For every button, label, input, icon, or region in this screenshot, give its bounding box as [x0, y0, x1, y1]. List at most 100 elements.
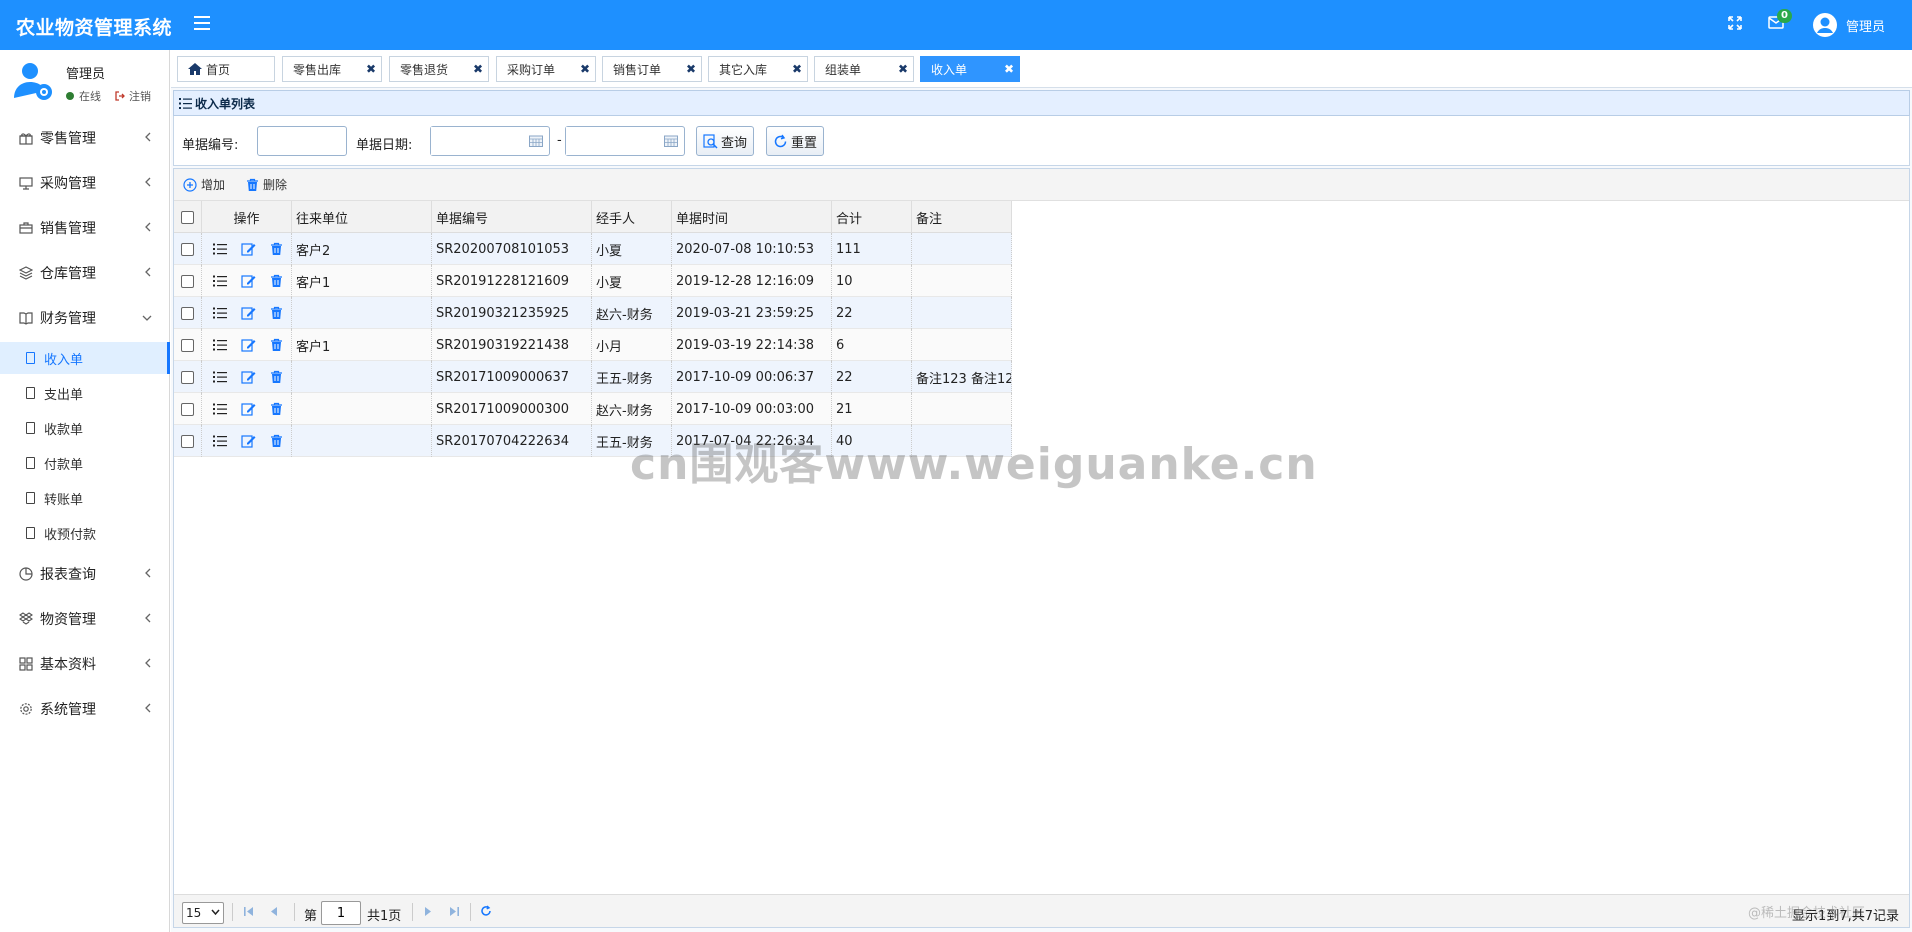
- detail-list-icon[interactable]: [206, 371, 234, 383]
- calendar-icon[interactable]: [529, 135, 543, 147]
- tab-label: 零售出库: [293, 62, 342, 77]
- tab-close-icon[interactable]: ✖: [792, 62, 802, 76]
- tab-income[interactable]: 收入单 ✖: [920, 56, 1020, 82]
- sidebar-item-basic-data[interactable]: 基本资料: [0, 644, 170, 684]
- sidebar-sub-prepayment[interactable]: 收预付款: [0, 517, 170, 549]
- detail-list-icon[interactable]: [206, 339, 234, 351]
- table-row[interactable]: SR20171009000300 赵六-财务 2017-10-09 00:03:00…: [174, 393, 1012, 425]
- edit-icon[interactable]: [234, 242, 262, 256]
- detail-list-icon[interactable]: [206, 403, 234, 415]
- cell-no: SR20191228121609: [432, 265, 592, 297]
- sidebar-item-label: 物资管理: [40, 612, 96, 628]
- cell-time: 2019-03-21 23:59:25: [672, 297, 832, 329]
- row-checkbox[interactable]: [181, 274, 194, 288]
- table-row[interactable]: SR20190321235925 赵六-财务 2019-03-21 23:59:25…: [174, 297, 1012, 329]
- delete-row-icon[interactable]: [262, 306, 290, 320]
- delete-row-icon[interactable]: [262, 370, 290, 384]
- fullscreen-icon[interactable]: [1728, 16, 1742, 34]
- tab-purchase-order[interactable]: 采购订单 ✖: [496, 56, 596, 82]
- sidebar-item-purchase[interactable]: 采购管理: [0, 163, 170, 203]
- select-all-checkbox[interactable]: [181, 210, 194, 224]
- delete-row-icon[interactable]: [262, 274, 290, 288]
- table-row[interactable]: 客户2 SR20200708101053 小夏 2020-07-08 10:10:53…: [174, 233, 1012, 265]
- detail-list-icon[interactable]: [206, 243, 234, 255]
- tab-home[interactable]: 首页: [177, 56, 275, 82]
- start-date-input[interactable]: [431, 127, 521, 155]
- next-page-icon[interactable]: [424, 906, 433, 917]
- last-page-icon[interactable]: [448, 906, 459, 917]
- edit-icon[interactable]: [234, 306, 262, 320]
- cell-time: 2017-10-09 00:03:00: [672, 393, 832, 425]
- table-row[interactable]: 客户1 SR20190319221438 小月 2019-03-19 22:14:38…: [174, 329, 1012, 361]
- delete-row-icon[interactable]: [262, 242, 290, 256]
- table-row[interactable]: SR20171009000637 王五-财务 2017-10-09 00:06:37…: [174, 361, 1012, 393]
- sidebar-item-materials[interactable]: 物资管理: [0, 599, 170, 639]
- sidebar-item-reports[interactable]: 报表查询: [0, 554, 170, 594]
- tab-close-icon[interactable]: ✖: [898, 62, 908, 76]
- sidebar-item-retail[interactable]: 零售管理: [0, 118, 170, 158]
- edit-icon[interactable]: [234, 370, 262, 384]
- refresh-icon[interactable]: [480, 905, 492, 917]
- detail-list-icon[interactable]: [206, 435, 234, 447]
- tab-close-icon[interactable]: ✖: [473, 62, 483, 76]
- sidebar-sub-payment[interactable]: 付款单: [0, 447, 170, 479]
- tab-other-in[interactable]: 其它入库 ✖: [708, 56, 808, 82]
- logout-link[interactable]: 注销: [115, 88, 151, 104]
- topbar-user-menu[interactable]: 管理员: [1812, 12, 1885, 38]
- sidebar-sub-receipt[interactable]: 收款单: [0, 412, 170, 444]
- query-button[interactable]: 查询: [696, 126, 755, 156]
- detail-list-icon[interactable]: [206, 275, 234, 287]
- sidebar-sub-income[interactable]: 收入单: [0, 342, 170, 374]
- sidebar-item-system[interactable]: 系统管理: [0, 689, 170, 729]
- row-checkbox[interactable]: [181, 242, 194, 256]
- start-date-picker[interactable]: [430, 126, 550, 156]
- sidebar-item-sales[interactable]: 销售管理: [0, 208, 170, 248]
- row-checkbox[interactable]: [181, 434, 194, 448]
- sidebar-sub-expense[interactable]: 支出单: [0, 377, 170, 409]
- prev-page-icon[interactable]: [269, 906, 278, 917]
- row-checkbox[interactable]: [181, 306, 194, 320]
- tab-retail-out[interactable]: 零售出库 ✖: [282, 56, 382, 82]
- delete-row-icon[interactable]: [262, 402, 290, 416]
- tab-close-icon[interactable]: ✖: [1004, 62, 1014, 76]
- delete-row-icon[interactable]: [262, 338, 290, 352]
- edit-icon[interactable]: [234, 338, 262, 352]
- edit-icon[interactable]: [234, 274, 262, 288]
- page-number-input[interactable]: [321, 901, 361, 925]
- sidebar-sub-transfer[interactable]: 转账单: [0, 482, 170, 514]
- cell-no: SR20171009000300: [432, 393, 592, 425]
- tab-assembly[interactable]: 组装单 ✖: [814, 56, 914, 82]
- reset-button[interactable]: 重置: [766, 126, 825, 156]
- menu-toggle-icon[interactable]: [194, 16, 210, 30]
- edit-icon[interactable]: [234, 434, 262, 448]
- tab-close-icon[interactable]: ✖: [686, 62, 696, 76]
- row-checkbox[interactable]: [181, 370, 194, 384]
- add-button[interactable]: 增加: [183, 176, 225, 193]
- row-checkbox[interactable]: [181, 402, 194, 416]
- row-checkbox[interactable]: [181, 338, 194, 352]
- delete-row-icon[interactable]: [262, 434, 290, 448]
- end-date-input[interactable]: [566, 127, 656, 155]
- header-cell: 单据编号: [432, 201, 592, 233]
- refresh-icon: [774, 134, 787, 147]
- reset-label: 重置: [791, 135, 818, 151]
- calendar-icon[interactable]: [664, 135, 678, 147]
- search-icon: [703, 133, 718, 149]
- table-row[interactable]: 客户1 SR20191228121609 小夏 2019-12-28 12:16:09…: [174, 265, 1012, 297]
- tab-retail-return[interactable]: 零售退货 ✖: [389, 56, 489, 82]
- tab-close-icon[interactable]: ✖: [580, 62, 590, 76]
- edit-icon[interactable]: [234, 402, 262, 416]
- tab-close-icon[interactable]: ✖: [366, 62, 376, 76]
- end-date-picker[interactable]: [565, 126, 685, 156]
- detail-list-icon[interactable]: [206, 307, 234, 319]
- delete-button[interactable]: 删除: [246, 176, 287, 193]
- corner-watermark: @稀土掘金技术社区: [1748, 906, 1866, 921]
- bill-no-input[interactable]: [257, 126, 347, 156]
- header-cell: 操作: [202, 201, 292, 233]
- sidebar-item-warehouse[interactable]: 仓库管理: [0, 253, 170, 293]
- page-size-select[interactable]: 15: [182, 902, 224, 924]
- tab-sales-order[interactable]: 销售订单 ✖: [602, 56, 702, 82]
- sidebar-item-finance[interactable]: 财务管理: [0, 298, 170, 338]
- first-page-icon[interactable]: [244, 906, 255, 917]
- cell-remark: [912, 329, 1012, 361]
